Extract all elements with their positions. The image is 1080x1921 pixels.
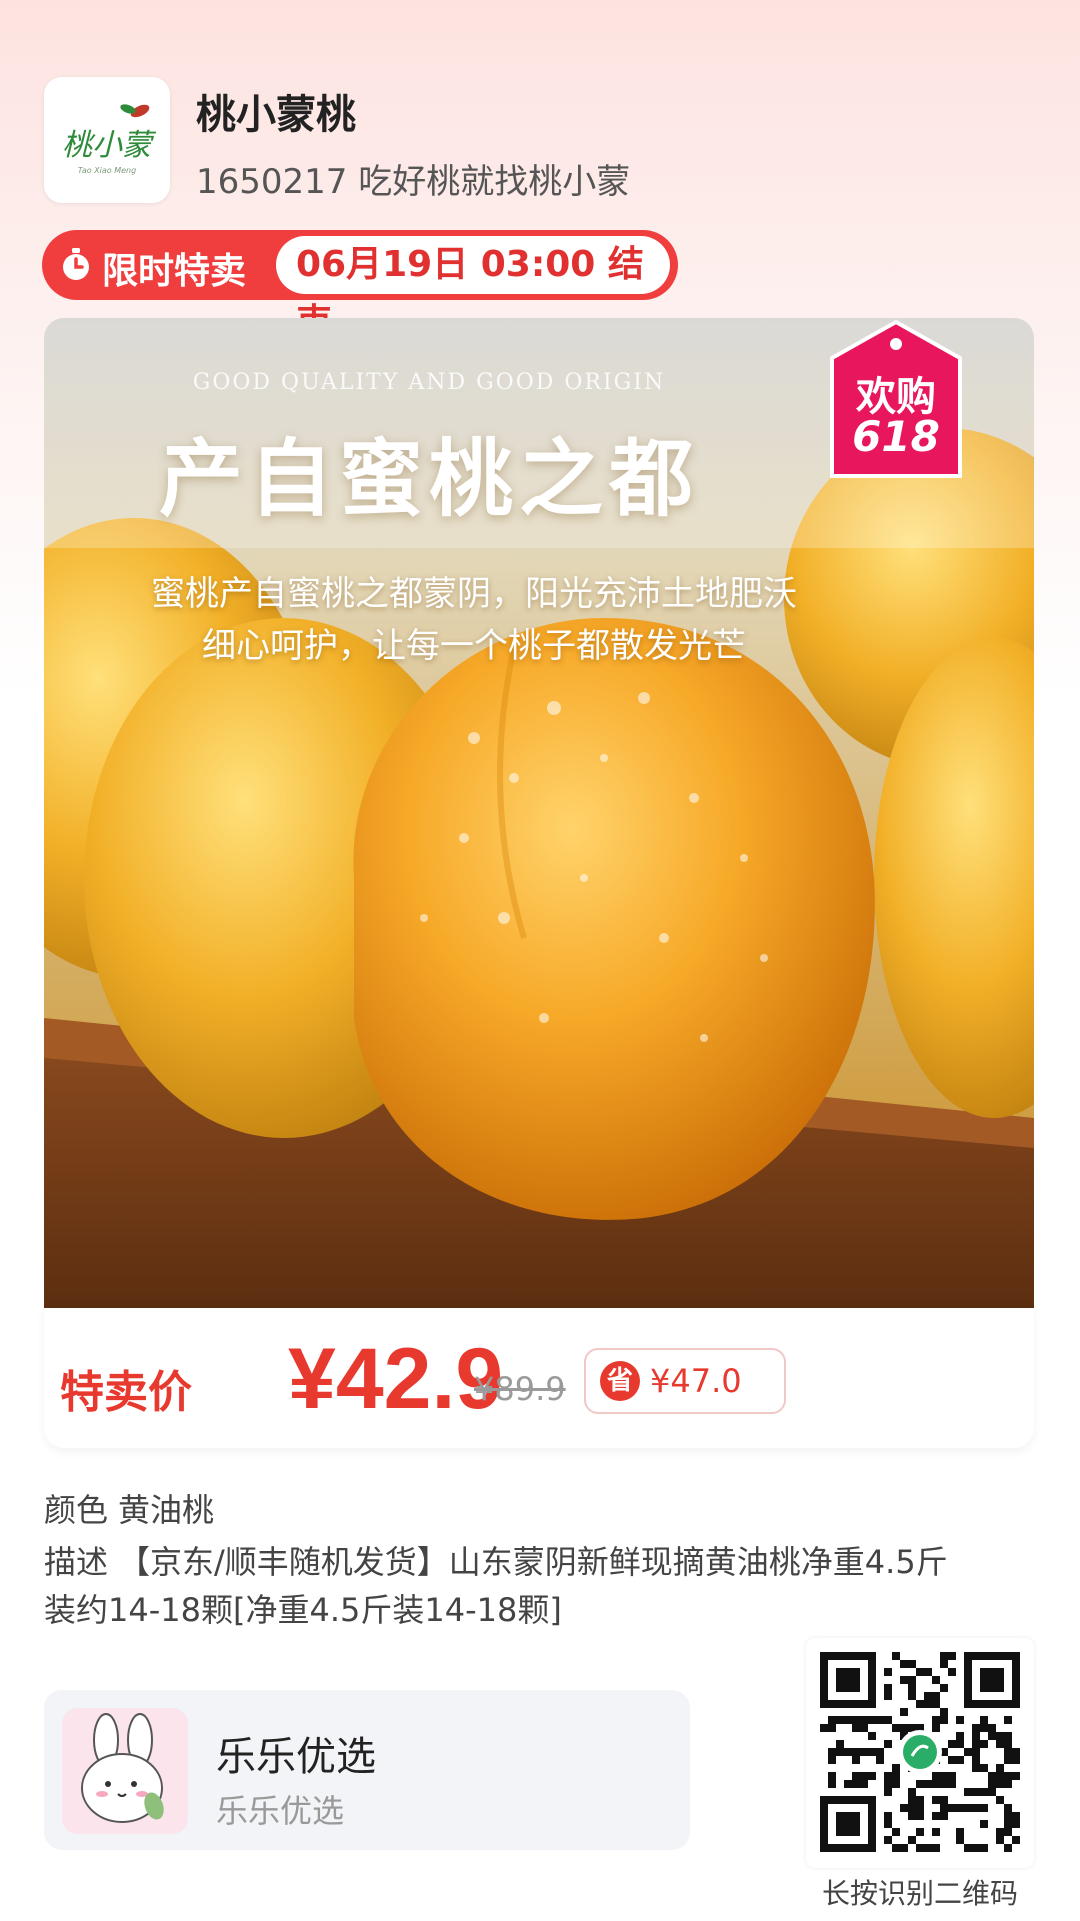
description-row-cont: 装约14-18颗[净重4.5斤装14-18颗] xyxy=(44,1588,1034,1632)
price-bar: 特卖价 ¥42.9 ¥89.9 省 ¥47.0 xyxy=(44,1308,1034,1448)
image-title: 产自蜜桃之都 xyxy=(158,430,699,528)
promo-618-badge: 欢购 618 xyxy=(826,318,966,483)
badge-text-618: 618 xyxy=(852,412,940,461)
color-value: 黄油桃 xyxy=(118,1491,215,1529)
original-price: ¥89.9 xyxy=(474,1370,566,1408)
group-card[interactable]: 乐乐优选 乐乐优选 xyxy=(44,1690,690,1850)
image-description: 蜜桃产自蜜桃之都蒙阴，阳光充沛土地肥沃 细心呵护，让每一个桃子都散发光芒 xyxy=(44,568,904,672)
image-english-caption: GOOD QUALITY AND GOOD ORIGIN xyxy=(192,370,666,395)
group-subtitle: 乐乐优选 xyxy=(216,1792,345,1830)
color-key: 颜色 xyxy=(44,1491,109,1529)
group-avatar xyxy=(62,1708,188,1834)
description-row: 描述 【京东/顺丰随机发货】山东蒙阴新鲜现摘黄油桃净重4.5斤 xyxy=(44,1540,1034,1584)
savings-badge: 省 ¥47.0 xyxy=(584,1348,786,1414)
shop-tagline: 1650217 吃好桃就找桃小蒙 xyxy=(196,162,631,202)
flash-sale-banner: 限时特卖 06月19日 03:00 结束 xyxy=(42,230,678,343)
color-row: 颜色 黄油桃 xyxy=(44,1488,1034,1532)
description-key: 描述 xyxy=(44,1543,109,1581)
image-description-line2: 细心呵护，让每一个桃子都散发光芒 xyxy=(202,626,746,666)
stopwatch-icon xyxy=(63,248,89,280)
image-description-line1: 蜜桃产自蜜桃之都蒙阴，阳光充沛土地肥沃 xyxy=(151,574,797,614)
flash-sale-end-time: 06月19日 03:00 结束 xyxy=(276,236,670,343)
price-label: 特卖价 xyxy=(60,1367,192,1418)
product-image[interactable]: GOOD QUALITY AND GOOD ORIGIN 产自蜜桃之都 蜜桃产自… xyxy=(44,318,1034,1308)
savings-amount: ¥47.0 xyxy=(650,1362,742,1400)
logo-text: 桃小蒙 xyxy=(62,128,157,163)
sale-price: ¥42.9 xyxy=(288,1331,504,1427)
shop-logo[interactable]: 桃小蒙 Tao Xiao Meng xyxy=(44,77,170,203)
flash-sale-label: 限时特卖 xyxy=(102,251,247,292)
shop-name[interactable]: 桃小蒙桃 xyxy=(196,82,356,140)
qr-code-icon xyxy=(820,1652,1020,1852)
description-line2: 装约14-18颗[净重4.5斤装14-18颗] xyxy=(44,1591,562,1629)
bunny-icon xyxy=(62,1708,188,1834)
group-name: 乐乐优选 xyxy=(216,1734,376,1780)
description-line1: 【京东/顺丰随机发货】山东蒙阴新鲜现摘黄油桃净重4.5斤 xyxy=(118,1543,948,1581)
qr-code[interactable] xyxy=(806,1638,1034,1868)
save-icon: 省 xyxy=(600,1361,640,1401)
qr-caption: 长按识别二维码 xyxy=(821,1877,1018,1910)
svg-text:Tao Xiao Meng: Tao Xiao Meng xyxy=(78,166,136,175)
